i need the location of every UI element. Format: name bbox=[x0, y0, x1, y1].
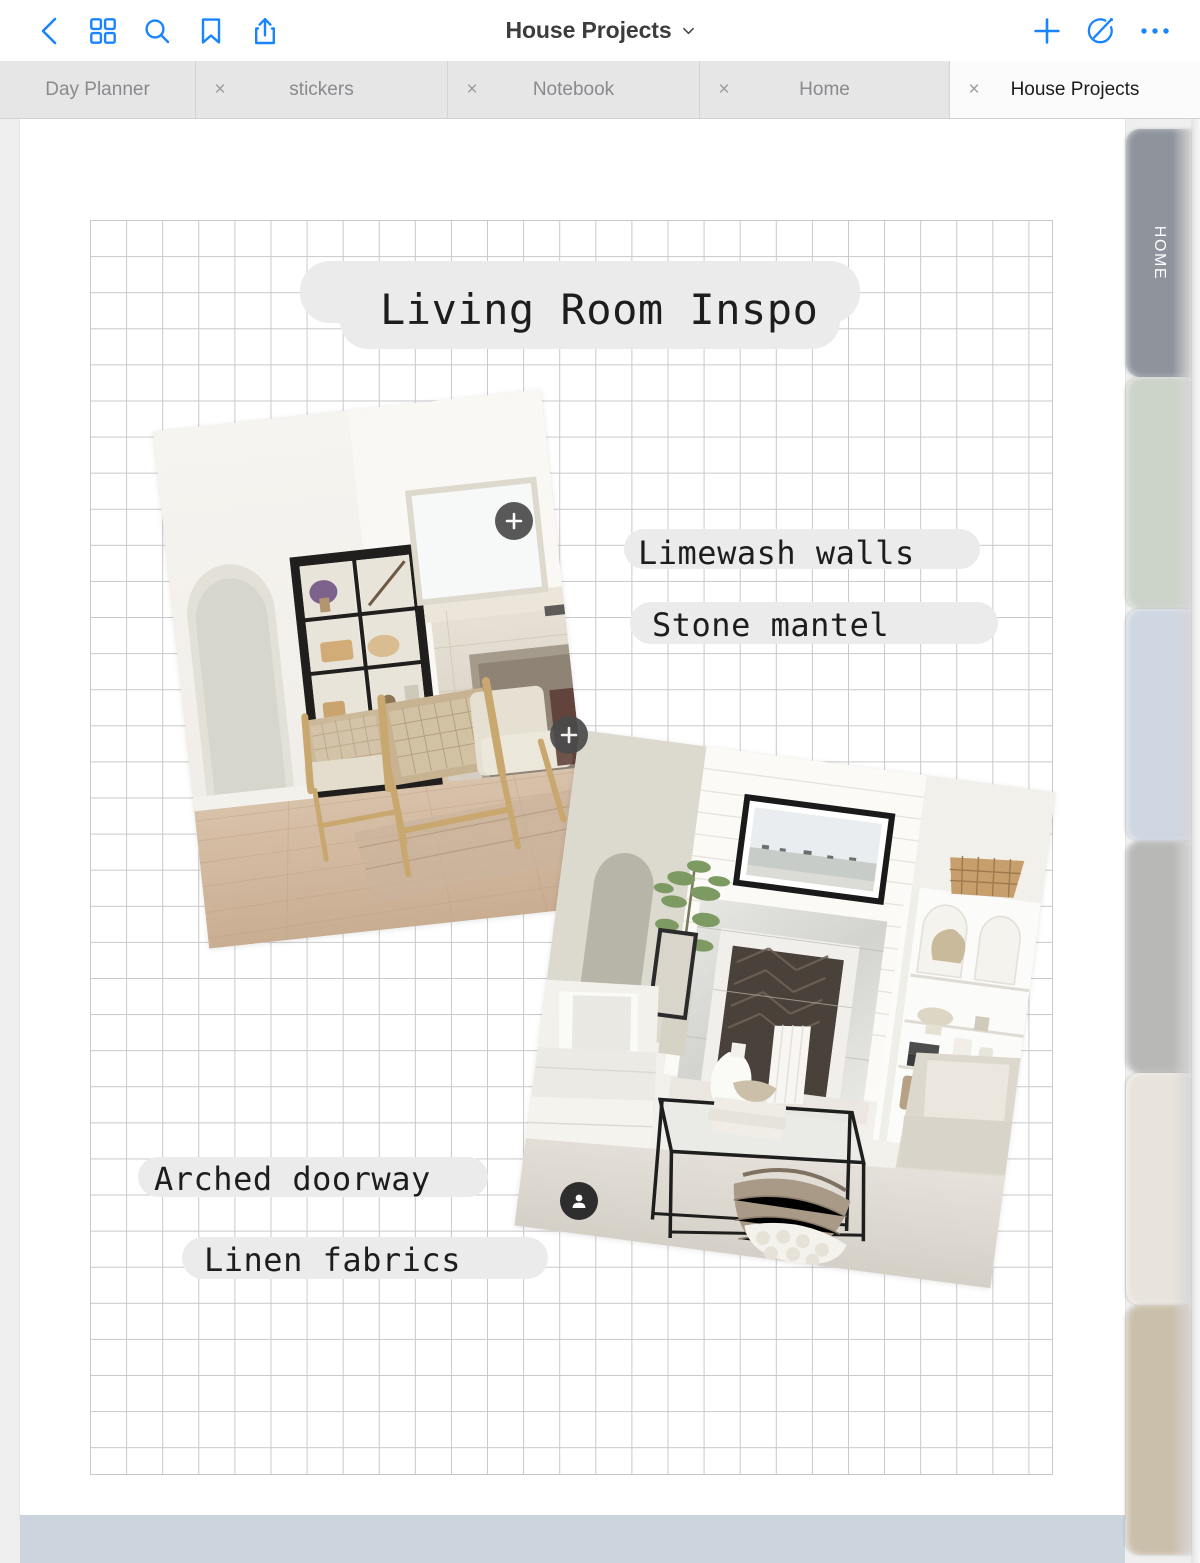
pen-circle-slash-icon bbox=[1087, 17, 1113, 43]
tab-label: Day Planner bbox=[45, 78, 150, 100]
plus-icon bbox=[505, 512, 523, 530]
section-tab-label: HOME bbox=[1151, 225, 1168, 281]
chevron-left-icon bbox=[41, 17, 57, 44]
bookmark-button[interactable] bbox=[184, 3, 238, 59]
section-tab-2[interactable] bbox=[1126, 609, 1192, 841]
plus-icon bbox=[560, 726, 578, 744]
tab-notebook[interactable]: × Notebook bbox=[448, 61, 700, 118]
section-tab-home[interactable]: HOME bbox=[1126, 129, 1192, 377]
toolbar-left-group bbox=[0, 3, 292, 59]
add-button[interactable] bbox=[1020, 3, 1074, 59]
tab-rail-edge bbox=[1191, 119, 1200, 1563]
page-title: House Projects bbox=[505, 17, 672, 43]
search-icon bbox=[145, 18, 170, 43]
section-tab-5[interactable] bbox=[1126, 1305, 1192, 1555]
photo-1-illustration bbox=[153, 389, 597, 949]
toolbar-right-group bbox=[1020, 0, 1182, 61]
ellipsis-icon bbox=[1141, 27, 1169, 34]
document-title-button[interactable]: House Projects bbox=[505, 17, 694, 44]
search-button[interactable] bbox=[130, 3, 184, 59]
more-button[interactable] bbox=[1128, 3, 1182, 59]
close-icon[interactable]: × bbox=[196, 61, 244, 118]
section-tab-rail: HOME bbox=[1120, 119, 1200, 1563]
page-footer-band bbox=[20, 1515, 1125, 1563]
tab-label: Notebook bbox=[532, 78, 615, 100]
section-tab-3[interactable] bbox=[1126, 841, 1192, 1073]
label-linen-fabrics[interactable]: Linen fabrics bbox=[204, 1241, 461, 1279]
label-arched-doorway[interactable]: Arched doorway bbox=[154, 1160, 431, 1198]
notebook-page[interactable]: Living Room Inspo Limewash walls Stone m… bbox=[20, 119, 1125, 1519]
close-icon[interactable]: × bbox=[700, 61, 748, 118]
account-pin-button[interactable] bbox=[560, 1182, 598, 1220]
photo-1-content bbox=[153, 389, 597, 949]
close-icon[interactable]: × bbox=[950, 61, 998, 118]
back-button[interactable] bbox=[22, 3, 76, 59]
tab-strip: Day Planner × stickers × Notebook × Home × House… bbox=[0, 61, 1200, 119]
tab-home[interactable]: × Home bbox=[700, 61, 950, 118]
tab-label: stickers bbox=[289, 78, 354, 100]
tab-stickers[interactable]: × stickers bbox=[196, 61, 448, 118]
add-pin-1-button[interactable] bbox=[495, 502, 533, 540]
edit-toggle-button[interactable] bbox=[1074, 3, 1128, 59]
plus-icon bbox=[1034, 17, 1060, 44]
label-stone-mantel[interactable]: Stone mantel bbox=[652, 606, 889, 644]
tab-day-planner[interactable]: Day Planner bbox=[0, 61, 196, 118]
share-button[interactable] bbox=[238, 3, 292, 59]
section-tab-1[interactable] bbox=[1126, 377, 1192, 609]
notebook-app: House Projects Day Planner × stickers × … bbox=[0, 0, 1200, 1563]
label-limewash-walls[interactable]: Limewash walls bbox=[638, 534, 915, 572]
bookmark-icon bbox=[201, 17, 221, 44]
tab-house-projects[interactable]: × House Projects bbox=[950, 61, 1200, 118]
note-title[interactable]: Living Room Inspo bbox=[380, 285, 818, 334]
grid-view-button[interactable] bbox=[76, 3, 130, 59]
top-toolbar: House Projects bbox=[0, 0, 1200, 61]
share-icon bbox=[255, 17, 275, 44]
add-pin-2-button[interactable] bbox=[550, 716, 588, 754]
close-icon[interactable]: × bbox=[448, 61, 496, 118]
photo-living-room-fireplace[interactable] bbox=[153, 389, 597, 949]
grid-icon bbox=[90, 17, 116, 44]
chevron-down-icon bbox=[682, 27, 694, 35]
tab-label: Home bbox=[799, 78, 850, 100]
tab-label: House Projects bbox=[1010, 78, 1140, 100]
canvas-stage: Living Room Inspo Limewash walls Stone m… bbox=[0, 119, 1200, 1563]
person-icon bbox=[572, 1194, 586, 1208]
section-tab-4[interactable] bbox=[1126, 1073, 1192, 1305]
